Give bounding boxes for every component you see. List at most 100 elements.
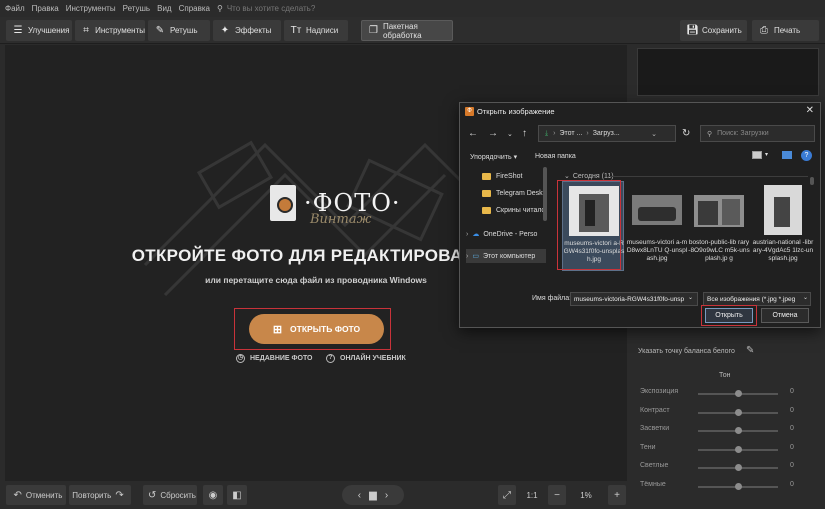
file-item[interactable]: museums-victori a-mD8wx8LnTU Q-unsplash.… [626,181,688,271]
menu-file[interactable]: Файл [5,4,25,13]
up-icon[interactable]: ↑ [522,128,527,139]
recent-photos-label: НЕДАВНИЕ ФОТО [250,355,313,362]
cloud-icon: ☁ [472,231,480,238]
prev-file-icon[interactable]: ‹ [358,490,361,501]
online-tutorial-link[interactable]: ? ОНЛАЙН УЧЕБНИК [326,354,406,363]
slider-row: Тени 0 [640,444,800,454]
forward-icon[interactable]: → [488,128,498,139]
view-original-button[interactable]: ◉ [203,485,223,505]
file-thumbnail [764,185,802,235]
back-icon[interactable]: ← [468,128,478,139]
menu-view[interactable]: Вид [157,4,171,13]
dialog-cancel-label: Отмена [772,312,798,319]
slider-knob[interactable] [734,427,742,434]
slider-label: Тёмные [640,480,666,488]
organize-button[interactable]: Упорядочить ▾ [470,153,517,161]
zoom-level-label: 1% [580,490,592,500]
chevron-down-icon[interactable]: ⌄ [507,130,513,138]
view-mode-icon[interactable] [752,151,762,159]
new-folder-button[interactable]: Новая папка [535,153,576,160]
fit-screen-button[interactable]: ⤢ [498,485,516,505]
actual-size-button[interactable]: 1:1 [522,485,542,505]
computer-icon: ▭ [472,253,479,260]
dialog-command-bar: Упорядочить ▾ Новая папка ▾ ? [460,148,820,166]
slider-knob[interactable] [734,390,742,397]
file-item[interactable]: austrian-national -library-4VgdAc5 1lzc-… [752,181,814,271]
slider-knob[interactable] [734,464,742,471]
menu-retouch[interactable]: Ретушь [123,4,151,13]
navigator-preview [637,48,819,96]
undo-button[interactable]: ↶ Отменить [6,485,66,505]
retouch-button[interactable]: ✎ Ретушь [148,20,210,41]
file-list-scrollbar[interactable] [810,177,814,185]
redo-icon: ↷ [115,489,124,501]
folder-icon [482,189,491,197]
address-dropdown-icon[interactable]: ⌄ [651,130,657,138]
open-photo-button[interactable]: ⊞ ОТКРЫТЬ ФОТО [249,314,384,344]
sidebar-item-telegram[interactable]: Telegram Deskt [482,186,562,200]
batch-button[interactable]: ❐ Пакетная обработка [361,20,453,41]
slider-label: Светлые [640,462,669,469]
filename-label: Имя файла: [532,295,572,302]
print-button[interactable]: ⎙ Печать [752,20,819,41]
view-dropdown-icon[interactable]: ▾ [765,151,768,158]
online-tutorial-label: ОНЛАЙН УЧЕБНИК [340,355,406,362]
filetype-dropdown-icon[interactable]: ⌄ [803,294,808,301]
zoom-in-button[interactable]: + [608,485,626,505]
white-balance-point-label: Указать точку баланса белого [638,348,735,355]
compare-icon: ◧ [232,489,242,501]
menu-tools[interactable]: Инструменты [66,4,116,13]
improve-button[interactable]: ☰ Улучшения [6,20,72,41]
print-label: Печать [774,26,801,35]
filename-input[interactable]: museums-victoria-RGW4s31f0fo-unsp [570,292,698,306]
slider-knob[interactable] [734,408,742,416]
recent-photos-link[interactable]: ◷ НЕДАВНИЕ ФОТО [236,354,313,363]
folder-icon[interactable]: ▆ [369,490,377,501]
slider-row: Экспозиция 0 [640,388,800,398]
magic-wand-icon: ✦ [220,25,230,36]
add-photo-icon: ⊞ [272,323,283,336]
slider-knob[interactable] [734,482,742,490]
sidebar-item-screenshots[interactable]: Скрины читалс [482,203,562,217]
close-icon[interactable]: ✕ [806,105,814,116]
dialog-title: Открыть изображение [477,107,555,116]
sidebar-scrollbar[interactable] [543,167,547,221]
sidebar-item-fireshot[interactable]: FireShot [482,169,562,183]
slider-row: Тёмные 0 [640,481,800,491]
menu-help[interactable]: Справка [179,4,210,13]
folder-icon [482,172,491,180]
dialog-navigation: ← → ⌄ ↑ ⤓ › Этот ... › Загруз... ⌄ ↻ ⚲ П… [460,122,820,146]
dialog-search-input[interactable]: ⚲ Поиск: Загрузки [700,125,815,142]
redo-button[interactable]: Повторить ↷ [69,485,131,505]
zoom-out-button[interactable]: − [548,485,566,505]
address-bar[interactable]: ⤓ › Этот ... › Загруз... ⌄ [538,125,676,142]
compare-button[interactable]: ◧ [227,485,247,505]
file-item[interactable]: boston-public-lib rary-8O9o9wLC m5k-unsp… [688,181,750,271]
menu-edit[interactable]: Правка [32,4,59,13]
dialog-cancel-button[interactable]: Отмена [761,308,809,323]
command-search-input[interactable]: Что вы хотите сделать? [227,4,315,13]
preview-pane-icon[interactable] [782,151,792,159]
reset-button[interactable]: ↺ Сбросить [143,485,197,505]
sidebar-item-this-pc[interactable]: › ▭ Этот компьютер [466,249,546,263]
captions-button[interactable]: Tт Надписи [284,20,348,41]
slider-knob[interactable] [734,445,742,453]
eyedropper-icon[interactable]: ✎ [746,345,754,356]
breadcrumb-this-pc[interactable]: Этот ... [559,130,582,137]
sidebar-item-onedrive[interactable]: › ☁ OneDrive - Perso [466,227,546,241]
sidebar-item-label: Telegram Deskt [496,189,545,197]
breadcrumb-downloads[interactable]: Загруз... [593,130,620,137]
save-button[interactable]: 💾︎ Сохранить [680,20,747,41]
filetype-select[interactable]: Все изображения (*.jpg *.jpeg [703,292,811,306]
next-file-icon[interactable]: › [385,490,388,501]
search-icon: ⚲ [216,4,223,13]
slider-value: 0 [790,388,794,395]
app-window: Файл Правка Инструменты Ретушь Вид Справ… [0,0,825,509]
effects-button[interactable]: ✦ Эффекты [213,20,281,41]
help-icon[interactable]: ? [801,150,812,161]
refresh-icon[interactable]: ↻ [682,128,690,139]
sidebar-item-label: OneDrive - Perso [483,230,538,238]
filename-dropdown-icon[interactable]: ⌄ [688,294,693,301]
tools-button[interactable]: ⌗ Инструменты [75,20,145,41]
filename-value: museums-victoria-RGW4s31f0fo-unsp [574,295,685,303]
